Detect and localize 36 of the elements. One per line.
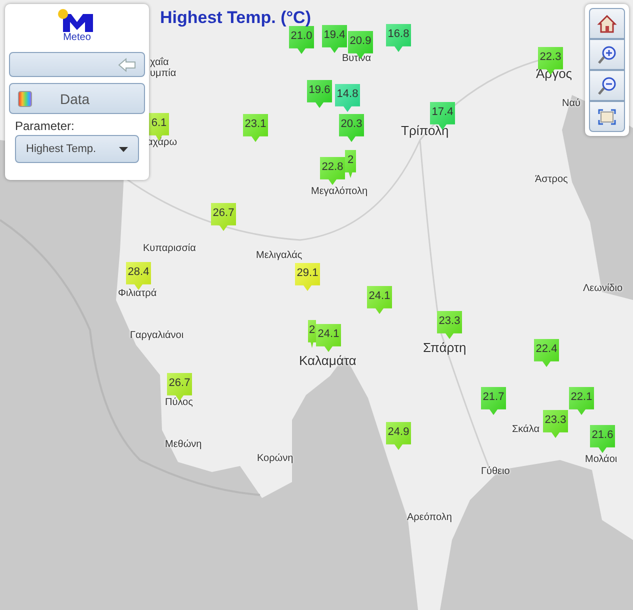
parameter-dropdown[interactable]: Highest Temp.	[15, 135, 139, 163]
home-icon	[597, 14, 617, 34]
place-label: Αρεόπολη	[407, 512, 452, 523]
place-label: Σκάλα	[512, 424, 540, 435]
back-arrow-icon	[118, 58, 136, 72]
place-label: Λεωνίδιο	[583, 283, 623, 294]
data-button[interactable]: Data	[9, 83, 145, 114]
zoom-out-button[interactable]	[589, 70, 625, 101]
caret-icon	[119, 146, 128, 152]
place-label: Μολάοι	[585, 454, 618, 465]
place-label: χαΐα	[150, 57, 169, 68]
place-label: Ναύ	[562, 98, 580, 109]
place-label: Φιλιατρά	[118, 288, 157, 299]
logo-text: Meteo	[63, 33, 91, 43]
place-label: Καλαμάτα	[299, 353, 356, 368]
home-button[interactable]	[589, 8, 625, 39]
place-label: Γύθειο	[481, 466, 510, 477]
zoom-in-icon	[597, 44, 617, 64]
zoom-in-button[interactable]	[589, 39, 625, 70]
temperature-marker[interactable]: 28.4	[126, 262, 151, 290]
place-label: Μελιγαλάς	[256, 250, 302, 261]
place-label: Κυπαρισσία	[143, 243, 196, 254]
place-label: Γαργαλιάνοι	[130, 330, 184, 341]
place-label: υμπία	[150, 68, 176, 79]
place-label: Σπάρτη	[423, 340, 466, 355]
collapse-button[interactable]	[9, 52, 145, 77]
full-extent-icon	[598, 108, 616, 124]
place-label: Άστρος	[535, 174, 568, 185]
place-label: Μεγαλόπολη	[311, 186, 368, 197]
map-title: Highest Temp. (°C)	[160, 8, 311, 28]
zoom-out-icon	[597, 76, 617, 96]
color-palette-icon	[18, 90, 32, 106]
place-label: Κορώνη	[257, 453, 294, 464]
parameter-label: Parameter:	[15, 119, 76, 133]
place-label: Μεθώνη	[165, 439, 202, 450]
full-extent-button[interactable]	[589, 101, 625, 132]
